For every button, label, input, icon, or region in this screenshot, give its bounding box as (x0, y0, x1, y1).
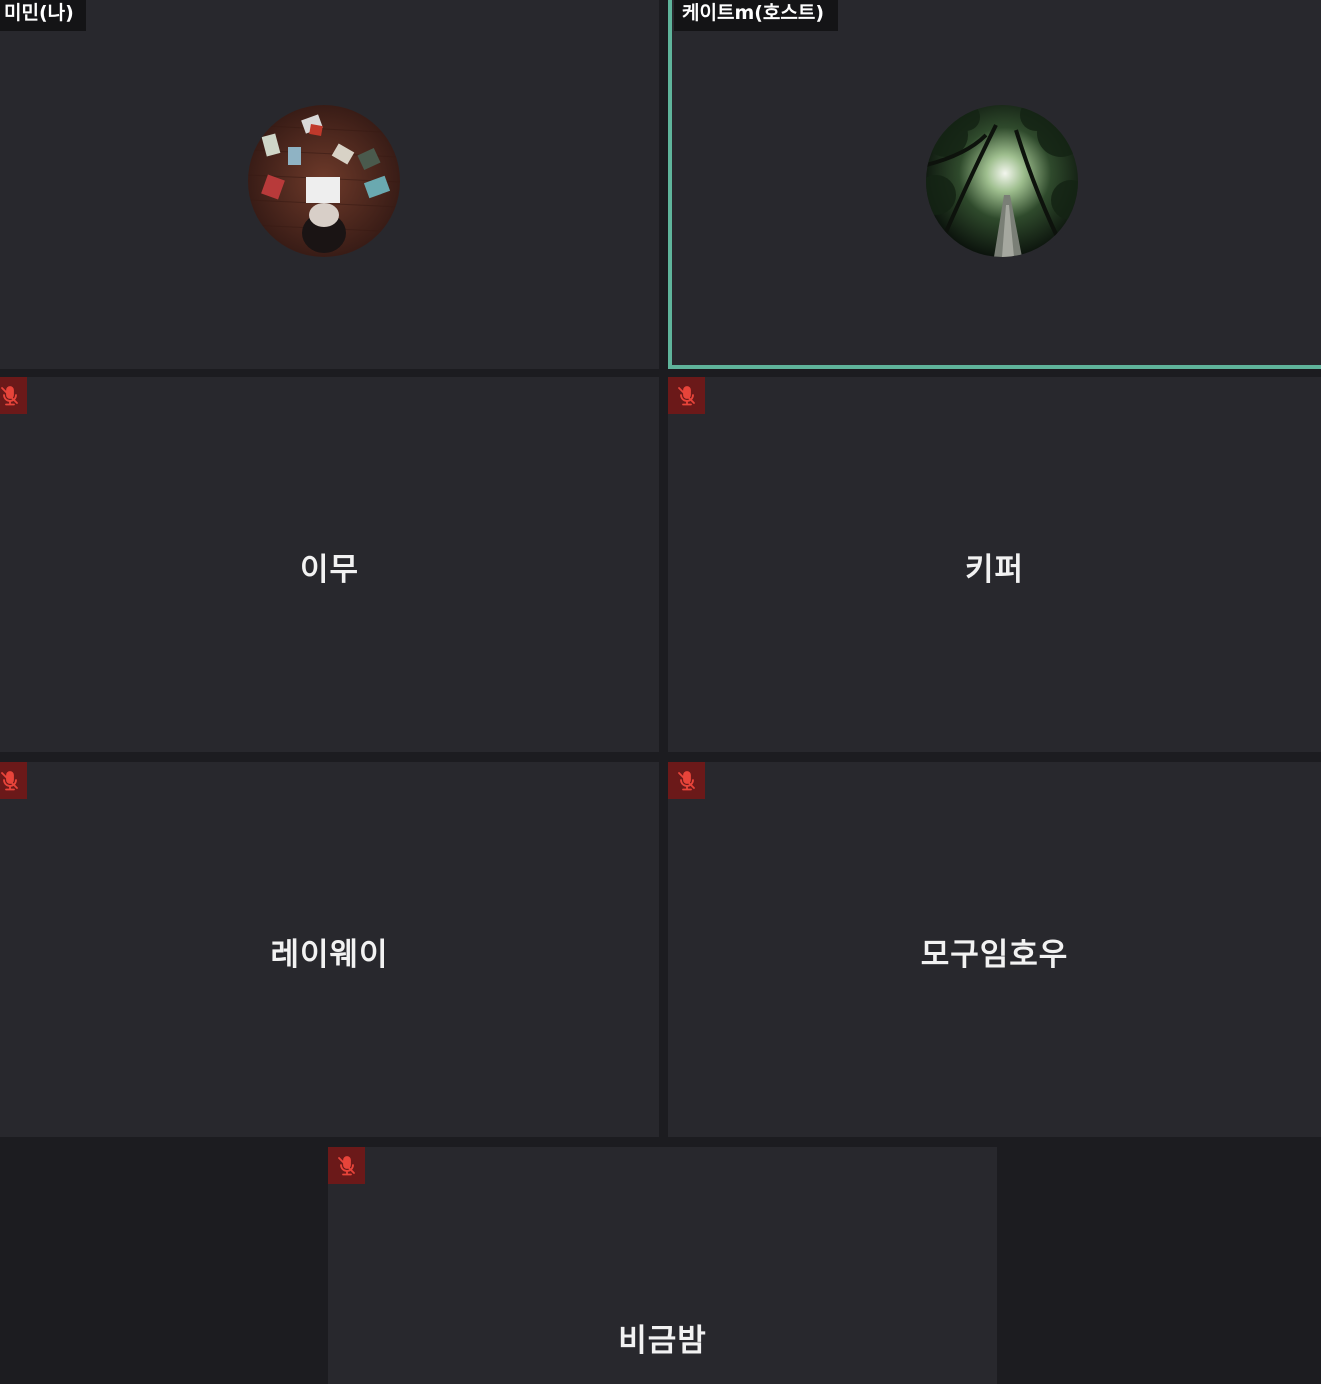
participant-tile[interactable]: 이무 (0, 377, 659, 752)
microphone-muted-icon (0, 762, 27, 799)
participant-display-name: 키퍼 (964, 552, 1025, 588)
participant-tile[interactable]: 레이웨이 (0, 762, 659, 1137)
participant-tile[interactable]: 키퍼 (668, 377, 1321, 752)
participant-tile-host[interactable]: 케이트m(호스트) (668, 0, 1321, 369)
participant-display-name: 이무 (299, 552, 360, 588)
microphone-muted-icon (668, 762, 705, 799)
participant-display-name: 모구임호우 (920, 937, 1069, 973)
participant-display-name: 비금밤 (618, 1323, 707, 1359)
participant-tile[interactable]: 비금밤 (328, 1147, 997, 1384)
microphone-muted-icon (0, 377, 27, 414)
profile-avatar-forest (926, 105, 1078, 257)
video-gallery: 미민(나) 케이트m(호스트) 이무 키퍼 레이웨이 모구임호우 비금밤 (0, 0, 1321, 1384)
microphone-muted-icon (668, 377, 705, 414)
profile-avatar-books (248, 105, 400, 257)
microphone-muted-icon (328, 1147, 365, 1184)
participant-tile[interactable]: 모구임호우 (668, 762, 1321, 1137)
participant-tile-self[interactable]: 미민(나) (0, 0, 659, 369)
participant-name-tag: 케이트m(호스트) (674, 0, 839, 31)
participant-display-name: 레이웨이 (270, 937, 389, 973)
participant-name-tag: 미민(나) (0, 0, 86, 31)
